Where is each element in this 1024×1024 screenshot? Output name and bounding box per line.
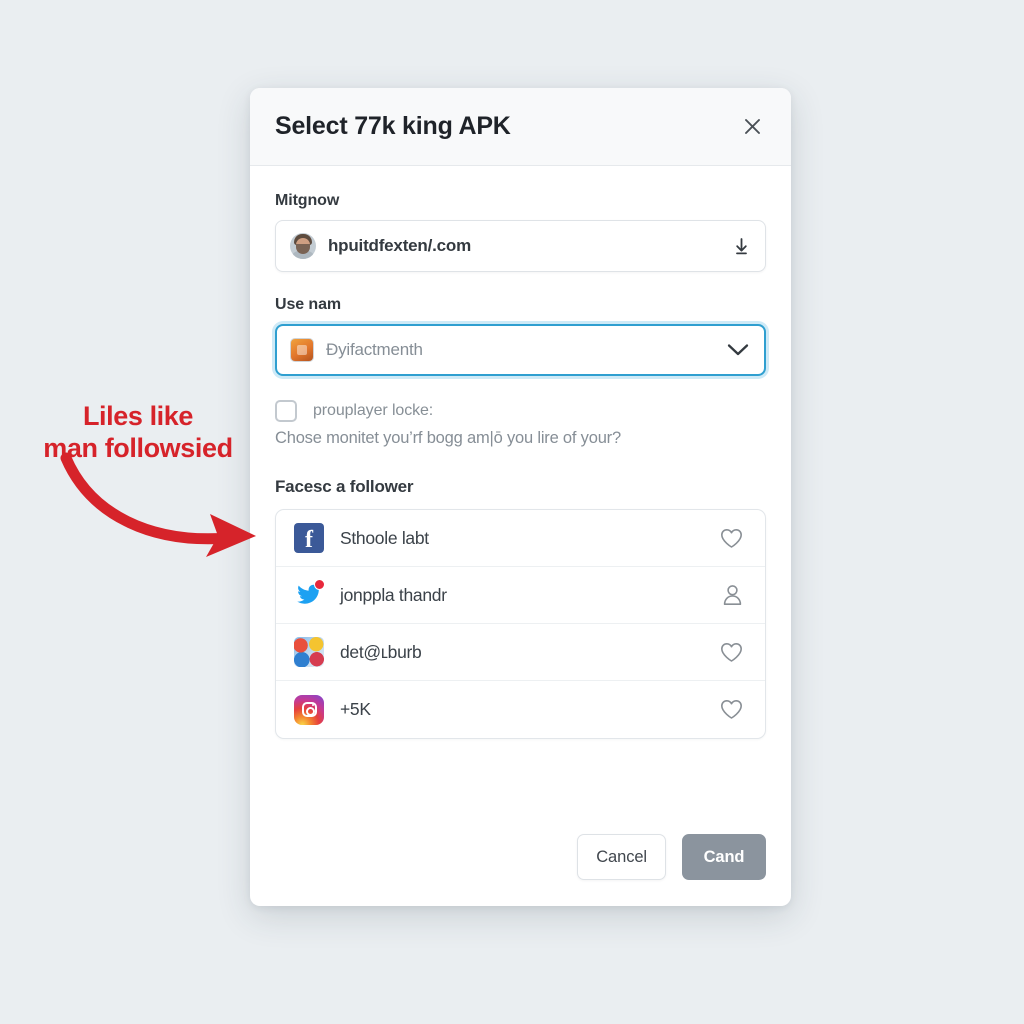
confirm-button[interactable]: Cand (682, 834, 766, 880)
list-item[interactable]: jonppla thandr (276, 567, 765, 625)
follower-list: f Sthoole labt jonppla thandr det@ʟburb … (275, 509, 766, 740)
checkbox-row[interactable]: prouplayer locke: (275, 400, 766, 422)
download-arrow-icon[interactable] (734, 237, 749, 255)
checkbox-block: prouplayer locke: Chose monitet you’rf b… (275, 400, 766, 449)
modal-footer: Cancel Cand (250, 808, 791, 906)
annotation-line-2: man followsied (43, 433, 233, 464)
cancel-button[interactable]: Cancel (577, 834, 666, 880)
modal-body: Mitgnow hpuitdfexten/.com Use nam Ðyifac… (250, 166, 791, 808)
prouplayer-checkbox[interactable] (275, 400, 297, 422)
app-multi-icon (294, 637, 324, 668)
list-item[interactable]: f Sthoole labt (276, 510, 765, 568)
list-item-label: +5K (340, 699, 371, 720)
close-icon[interactable] (737, 112, 767, 142)
list-item[interactable]: +5K (276, 681, 765, 738)
annotation-text: Liles like man followsied (12, 400, 264, 465)
user-select[interactable]: Ðyifactmenth (275, 324, 766, 376)
list-section-title: Facesc a follower (275, 477, 414, 497)
field-label-mitgnow: Mitgnow (275, 192, 340, 209)
user-select-value: Ðyifactmenth (326, 340, 423, 359)
facebook-icon: f (294, 523, 324, 554)
instagram-icon (294, 694, 324, 725)
modal-title: Select 77k king APK (275, 112, 511, 140)
avatar (290, 233, 316, 259)
heart-icon[interactable] (720, 528, 743, 549)
modal-dialog: Select 77k king APK Mitgnow hpuitdfexten… (250, 88, 791, 906)
list-item-label: Sthoole labt (340, 527, 429, 548)
heart-icon[interactable] (720, 699, 743, 720)
annotation-line-1: Liles like (82, 401, 194, 431)
checkbox-label: prouplayer locke: (313, 402, 434, 419)
account-input-value: hpuitdfexten/.com (328, 236, 471, 255)
person-icon[interactable] (722, 584, 743, 606)
chevron-down-icon[interactable] (727, 343, 749, 357)
account-input[interactable]: hpuitdfexten/.com (275, 220, 766, 272)
help-text: Chose monitet you’rf bogg am|ō you lire … (275, 429, 621, 447)
modal-header: Select 77k king APK (250, 88, 791, 166)
list-item[interactable]: det@ʟburb (276, 624, 765, 682)
twitter-icon (294, 579, 325, 610)
list-item-label: jonppla thandr (340, 584, 447, 605)
list-item-label: det@ʟburb (340, 641, 422, 662)
heart-icon[interactable] (720, 642, 743, 663)
notification-badge (314, 579, 325, 591)
app-thumbnail-icon (290, 338, 314, 362)
field-label-use-nam: Use nam (275, 296, 341, 313)
